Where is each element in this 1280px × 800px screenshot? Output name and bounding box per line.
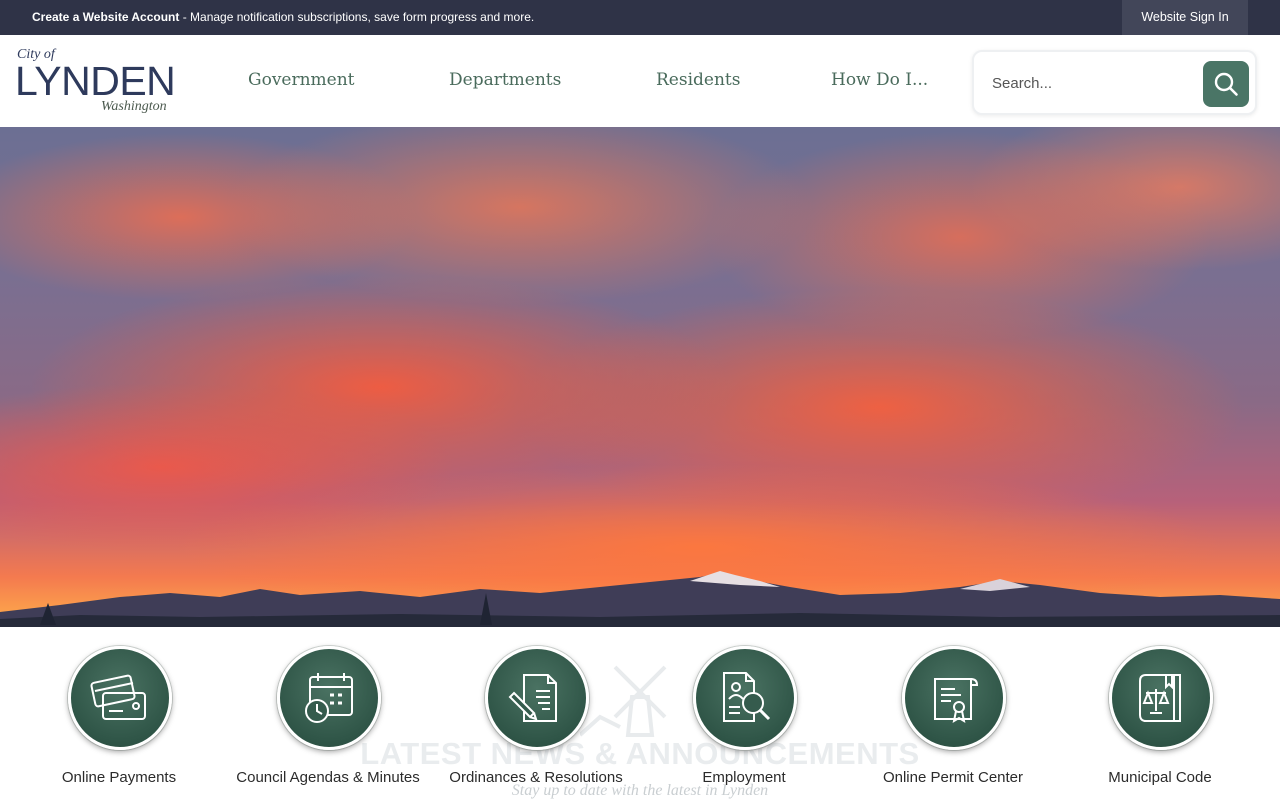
quick-link-circle[interactable]	[1109, 646, 1213, 750]
website-sign-in-button[interactable]: Website Sign In	[1122, 0, 1248, 35]
site-header: City of LYNDEN Washington Government Dep…	[0, 35, 1280, 127]
quick-link-label: Online Permit Center	[882, 769, 1024, 786]
certificate-icon	[934, 678, 979, 724]
top-bar: Create a Website Account - Manage notifi…	[0, 0, 1280, 35]
quick-link-label: Online Payments	[61, 769, 177, 786]
quick-link-municipal-code[interactable]: Municipal Code	[1056, 627, 1264, 797]
quick-link-circle[interactable]	[902, 646, 1006, 750]
quick-link-ordinances[interactable]: Ordinances & Resolutions	[432, 627, 640, 797]
quick-link-permit-center[interactable]: Online Permit Center	[849, 627, 1057, 797]
hero-sunset-image	[0, 127, 1280, 627]
resume-search-icon	[723, 672, 771, 722]
search-button[interactable]	[1203, 61, 1249, 107]
quick-link-label: Ordinances & Resolutions	[449, 769, 623, 786]
search-box	[972, 50, 1257, 115]
nav-how-do-i[interactable]: How Do I...	[831, 35, 928, 127]
nav-residents[interactable]: Residents	[656, 35, 740, 127]
account-message: Create a Website Account - Manage notifi…	[32, 0, 534, 35]
city-logo[interactable]: City of LYNDEN Washington	[15, 47, 177, 117]
quick-link-employment[interactable]: Employment	[640, 627, 848, 797]
nav-government[interactable]: Government	[248, 35, 355, 127]
quick-link-online-payments[interactable]: Online Payments	[15, 627, 223, 797]
quick-link-council-agendas[interactable]: Council Agendas & Minutes	[224, 627, 432, 797]
quick-link-circle[interactable]	[485, 646, 589, 750]
search-input[interactable]	[992, 66, 1192, 100]
account-message-text: - Manage notification subscriptions, sav…	[179, 10, 535, 24]
create-account-link[interactable]: Create a Website Account	[32, 10, 179, 24]
quick-link-label: Council Agendas & Minutes	[236, 769, 420, 786]
quick-link-circle[interactable]	[693, 646, 797, 750]
law-book-icon	[1139, 674, 1181, 722]
quick-links-section: LATEST NEWS & ANNOUNCEMENTS Stay up to d…	[0, 627, 1280, 800]
quick-link-label: Municipal Code	[1108, 769, 1212, 786]
document-pen-icon	[508, 674, 557, 722]
credit-card-icon	[90, 674, 146, 720]
logo-state: Washington	[101, 99, 167, 114]
search-icon	[1214, 72, 1238, 96]
quick-link-circle[interactable]	[68, 646, 172, 750]
quick-link-label: Employment	[702, 769, 786, 786]
quick-link-circle[interactable]	[277, 646, 381, 750]
logo-name: LYNDEN	[15, 58, 176, 104]
nav-departments[interactable]: Departments	[449, 35, 561, 127]
mountain-silhouette	[0, 571, 1280, 627]
calendar-clock-icon	[305, 673, 353, 723]
